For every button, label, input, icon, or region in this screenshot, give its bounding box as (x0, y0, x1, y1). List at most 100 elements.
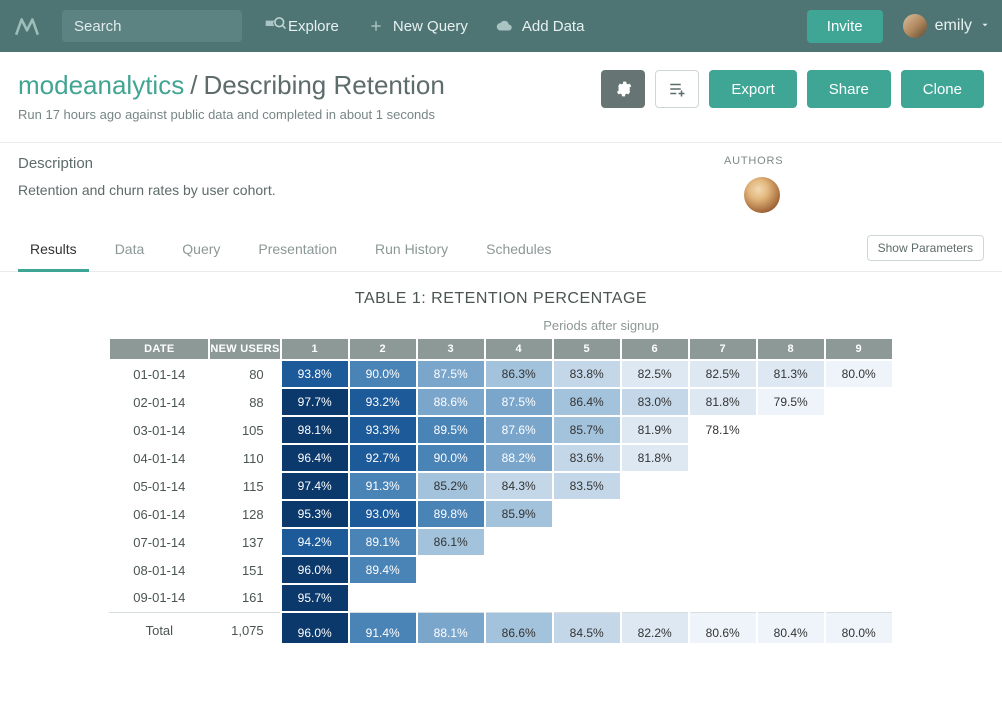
newusers-cell: 137 (209, 528, 280, 556)
col-header: 7 (689, 338, 757, 360)
col-header: 6 (621, 338, 689, 360)
empty-cell (757, 528, 825, 556)
username-label: emily (935, 17, 972, 35)
empty-cell (553, 500, 621, 528)
table-row: 06-01-1412895.3%93.0%89.8%85.9% (109, 500, 892, 528)
tab-schedules[interactable]: Schedules (474, 231, 563, 271)
empty-cell (417, 584, 485, 612)
workspace-link[interactable]: modeanalytics (18, 70, 184, 101)
table-subtitle: Periods after signup (60, 318, 942, 333)
empty-cell (825, 556, 893, 584)
table-row: 04-01-1411096.4%92.7%90.0%88.2%83.6%81.8… (109, 444, 892, 472)
newusers-cell: 128 (209, 500, 280, 528)
newusers-cell: 110 (209, 444, 280, 472)
empty-cell (757, 444, 825, 472)
empty-cell (689, 444, 757, 472)
heat-cell: 81.3% (757, 360, 825, 388)
date-cell: 05-01-14 (109, 472, 209, 500)
heat-cell: 80.0% (825, 360, 893, 388)
col-header: 3 (417, 338, 485, 360)
empty-cell (349, 584, 417, 612)
chevron-down-icon (980, 17, 990, 35)
empty-cell (825, 416, 893, 444)
table-row: 03-01-1410598.1%93.3%89.5%87.6%85.7%81.9… (109, 416, 892, 444)
search-input[interactable] (74, 18, 273, 35)
show-parameters-button[interactable]: Show Parameters (867, 235, 984, 261)
empty-cell (757, 416, 825, 444)
heat-cell: 96.0% (281, 612, 349, 644)
heat-cell: 93.2% (349, 388, 417, 416)
table-row: 09-01-1416195.7% (109, 584, 892, 612)
user-menu[interactable]: emily (903, 14, 990, 38)
search-box[interactable] (62, 10, 242, 42)
nav-new-query[interactable]: New Query (367, 18, 468, 35)
heat-cell: 81.8% (621, 444, 689, 472)
heat-cell: 85.7% (553, 416, 621, 444)
date-cell: 09-01-14 (109, 584, 209, 612)
settings-button[interactable] (601, 70, 645, 108)
clone-button[interactable]: Clone (901, 70, 984, 108)
tab-query[interactable]: Query (170, 231, 232, 271)
empty-cell (689, 556, 757, 584)
heat-cell: 80.6% (689, 612, 757, 644)
empty-cell (689, 472, 757, 500)
heat-cell: 95.7% (281, 584, 349, 612)
heat-cell: 82.5% (689, 360, 757, 388)
heat-cell: 91.4% (349, 612, 417, 644)
heat-cell: 84.3% (485, 472, 553, 500)
page-title: modeanalytics / Describing Retention (18, 70, 445, 101)
heat-cell: 85.2% (417, 472, 485, 500)
heat-cell: 89.8% (417, 500, 485, 528)
heat-cell: 86.3% (485, 360, 553, 388)
share-button[interactable]: Share (807, 70, 891, 108)
heat-cell: 93.0% (349, 500, 417, 528)
report-title: Describing Retention (203, 70, 444, 101)
tabs-row: Results Data Query Presentation Run History S… (0, 231, 1002, 272)
run-status: Run 17 hours ago against public data and… (18, 107, 445, 122)
empty-cell (757, 556, 825, 584)
heat-cell: 80.4% (757, 612, 825, 644)
authors-block: AUTHORS (724, 155, 984, 213)
empty-cell (825, 444, 893, 472)
description-block: Description Retention and churn rates by… (18, 155, 724, 198)
col-header: 8 (757, 338, 825, 360)
heat-cell: 86.4% (553, 388, 621, 416)
nav-links: Explore New Query Add Data (262, 18, 584, 35)
add-to-button[interactable] (655, 70, 699, 108)
date-cell: 04-01-14 (109, 444, 209, 472)
table-row: 05-01-1411597.4%91.3%85.2%84.3%83.5% (109, 472, 892, 500)
authors-label: AUTHORS (724, 155, 984, 167)
empty-cell (621, 556, 689, 584)
heat-cell: 91.3% (349, 472, 417, 500)
empty-cell (621, 472, 689, 500)
tab-results[interactable]: Results (18, 231, 89, 272)
tab-presentation[interactable]: Presentation (246, 231, 349, 271)
breadcrumb-separator: / (190, 70, 197, 101)
nav-explore[interactable]: Explore (262, 18, 339, 35)
logo[interactable] (12, 11, 42, 41)
table-row: 01-01-148093.8%90.0%87.5%86.3%83.8%82.5%… (109, 360, 892, 388)
heat-cell: 96.0% (281, 556, 349, 584)
heat-cell: 84.5% (553, 612, 621, 644)
author-avatar[interactable] (744, 177, 780, 213)
nav-add-data[interactable]: Add Data (496, 18, 585, 35)
heat-cell: 90.0% (417, 444, 485, 472)
heat-cell: 83.0% (621, 388, 689, 416)
export-button[interactable]: Export (709, 70, 796, 108)
heat-cell: 88.6% (417, 388, 485, 416)
heat-cell: 82.5% (621, 360, 689, 388)
heat-cell: 88.2% (485, 444, 553, 472)
tab-data[interactable]: Data (103, 231, 157, 271)
description-label: Description (18, 155, 724, 172)
newusers-cell: 88 (209, 388, 280, 416)
invite-button[interactable]: Invite (807, 10, 883, 43)
top-navbar: Explore New Query Add Data Invite emily (0, 0, 1002, 52)
tab-run-history[interactable]: Run History (363, 231, 460, 271)
results-panel: TABLE 1: RETENTION PERCENTAGE Periods af… (0, 272, 1002, 675)
empty-cell (825, 388, 893, 416)
list-add-icon (668, 81, 686, 97)
empty-cell (689, 584, 757, 612)
newusers-cell: 161 (209, 584, 280, 612)
heat-cell: 92.7% (349, 444, 417, 472)
cloud-icon (496, 19, 514, 33)
